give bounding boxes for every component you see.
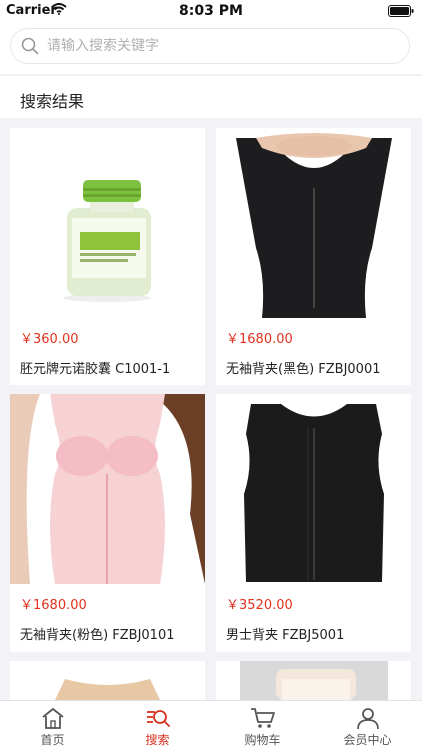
product-name: 无袖背夹(粉色) FZBJ0101 bbox=[20, 628, 175, 643]
product-price: ￥1680.00 bbox=[20, 598, 87, 613]
product-name: 胚元牌元诺胶囊 C1001-1 bbox=[20, 362, 171, 377]
search-bar[interactable] bbox=[10, 28, 410, 64]
tab-member[interactable]: 会员中心 bbox=[315, 701, 420, 751]
product-price: ￥3520.00 bbox=[226, 598, 293, 613]
divider bbox=[0, 74, 422, 76]
tab-label: 搜索 bbox=[145, 733, 170, 747]
product-card[interactable]: ￥1680.00 无袖背夹(黑色) FZBJ0001 bbox=[216, 128, 411, 385]
search-icon bbox=[21, 37, 39, 55]
tab-home[interactable]: 首页 bbox=[0, 701, 105, 751]
tab-search[interactable]: 搜索 bbox=[105, 701, 210, 751]
product-card[interactable]: ￥1680.00 无袖背夹(粉色) FZBJ0101 bbox=[10, 394, 205, 652]
product-image bbox=[216, 661, 411, 700]
tab-label: 会员中心 bbox=[343, 733, 392, 747]
product-card[interactable]: ￥360.00 胚元牌元诺胶囊 C1001-1 bbox=[10, 128, 205, 385]
search-tab-icon bbox=[147, 710, 170, 727]
product-image bbox=[10, 661, 205, 700]
product-price: ￥1680.00 bbox=[226, 332, 293, 347]
search-input[interactable] bbox=[47, 29, 397, 63]
tab-cart[interactable]: 购物车 bbox=[210, 701, 315, 751]
section-title: 搜索结果 bbox=[20, 92, 85, 111]
clock: 8:03 PM bbox=[179, 3, 243, 19]
product-image bbox=[10, 394, 205, 584]
product-price: ￥360.00 bbox=[20, 332, 79, 347]
product-card[interactable] bbox=[10, 661, 205, 700]
product-name: 男士背夹 FZBJ5001 bbox=[226, 628, 345, 643]
product-grid: ￥360.00 胚元牌元诺胶囊 C1001-1 ￥1680.00 无袖背夹(黑色… bbox=[0, 118, 422, 700]
tab-label: 首页 bbox=[40, 733, 65, 747]
product-image bbox=[216, 394, 411, 584]
user-icon bbox=[357, 708, 379, 730]
product-image bbox=[10, 128, 205, 318]
cart-icon bbox=[251, 708, 275, 728]
status-bar: Carrier 8:03 PM bbox=[0, 0, 422, 22]
tab-bar: 首页 搜索 购物车 会员中心 bbox=[0, 700, 422, 751]
battery-icon bbox=[388, 5, 414, 17]
product-image bbox=[216, 128, 411, 318]
product-card[interactable]: ￥3520.00 男士背夹 FZBJ5001 bbox=[216, 394, 411, 652]
product-name: 无袖背夹(黑色) FZBJ0001 bbox=[226, 362, 381, 377]
product-card[interactable] bbox=[216, 661, 411, 700]
tab-label: 购物车 bbox=[244, 733, 281, 747]
home-icon bbox=[42, 708, 64, 729]
